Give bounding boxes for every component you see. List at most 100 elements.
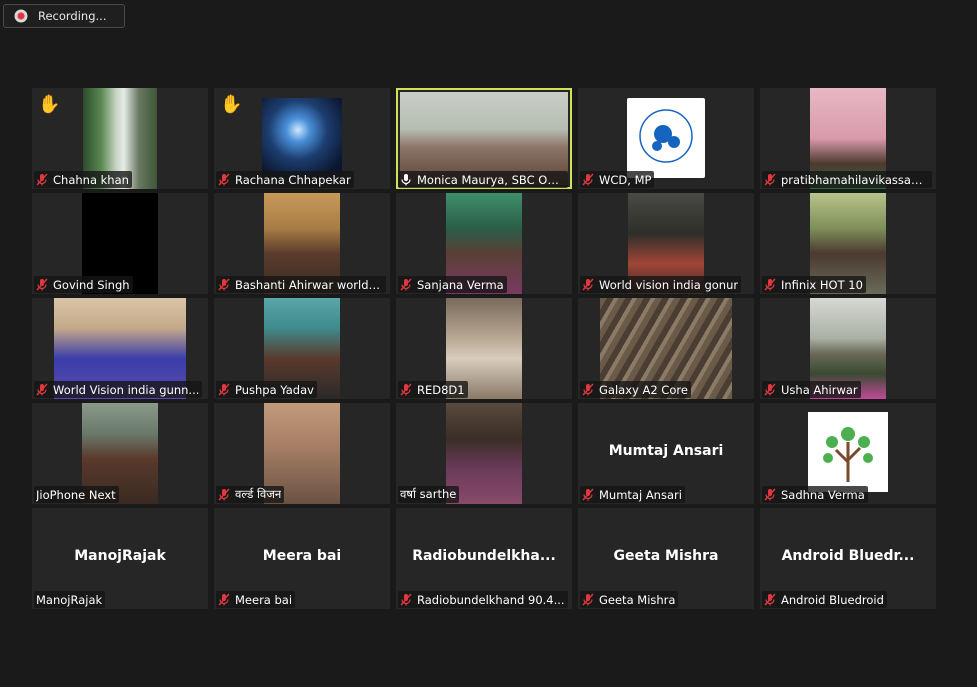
participant-tile[interactable]: pratibhamahilavikassami... <box>760 88 936 189</box>
participant-name: Radiobundelkhand 90.4... <box>417 592 565 607</box>
participant-tile[interactable]: Radiobundelkha... Radiobundelkhand 90.4.… <box>396 508 572 609</box>
participant-name: Sadhna Verma <box>781 487 865 502</box>
participant-label: Rachana Chhapekar <box>216 171 354 188</box>
participant-label: Govind Singh <box>34 276 133 293</box>
recording-label: Recording... <box>38 9 107 23</box>
participant-name: Sanjana Verma <box>417 277 504 292</box>
participant-tile[interactable]: ManojRajak ManojRajak <box>32 508 208 609</box>
raised-hand-icon: ✋ <box>220 94 243 115</box>
tree-logo <box>808 412 888 492</box>
mic-muted-icon <box>218 488 230 501</box>
participant-name: Bashanti Ahirwar world ... <box>235 277 383 292</box>
participant-label: World vision india gonur <box>580 276 742 293</box>
participant-name: Mumtaj Ansari <box>599 487 682 502</box>
participant-label: वर्ल्ड विजन <box>216 486 285 503</box>
participant-name: pratibhamahilavikassami... <box>781 172 929 187</box>
participant-video <box>262 98 342 178</box>
participant-tile[interactable]: Pushpa Yadav <box>214 298 390 399</box>
mic-muted-icon <box>582 173 594 186</box>
mic-muted-icon <box>764 278 776 291</box>
participant-tile[interactable]: JioPhone Next <box>32 403 208 504</box>
tree-icon <box>823 427 873 482</box>
participant-name: JioPhone Next <box>36 487 116 502</box>
mic-muted-icon <box>218 383 230 396</box>
participant-label: JioPhone Next <box>34 486 119 503</box>
participant-label: RED8D1 <box>398 381 468 398</box>
participant-label: वर्षा sarthe <box>398 486 460 503</box>
participant-label: Pushpa Yadav <box>216 381 317 398</box>
participant-name: Pushpa Yadav <box>235 382 314 397</box>
participant-name: वर्ल्ड विजन <box>235 487 282 501</box>
recording-indicator[interactable]: Recording... <box>3 4 125 28</box>
participant-name: वर्षा sarthe <box>400 487 457 501</box>
participant-tile[interactable]: ✋ Chahna khan <box>32 88 208 189</box>
mic-muted-icon <box>764 593 776 606</box>
participant-tile[interactable]: Meera bai Meera bai <box>214 508 390 609</box>
participant-label: WCD, MP <box>580 171 655 188</box>
participant-label: Infinix HOT 10 <box>762 276 866 293</box>
participant-tile[interactable]: Bashanti Ahirwar world ... <box>214 193 390 294</box>
participant-tile[interactable]: Infinix HOT 10 <box>760 193 936 294</box>
participant-tile[interactable]: Usha Ahirwar <box>760 298 936 399</box>
participant-tile[interactable]: Govind Singh <box>32 193 208 294</box>
participant-name: Galaxy A2 Core <box>599 382 688 397</box>
participant-tile[interactable]: Galaxy A2 Core <box>578 298 754 399</box>
participant-tile[interactable]: RED8D1 <box>396 298 572 399</box>
mic-muted-icon <box>400 278 412 291</box>
participant-name: Govind Singh <box>53 277 130 292</box>
participant-name: Usha Ahirwar <box>781 382 858 397</box>
participant-label: Monica Maurya, SBC Off... <box>398 171 568 188</box>
participant-tile[interactable]: वर्षा sarthe <box>396 403 572 504</box>
participant-name: World Vision india gunn... <box>53 382 200 397</box>
participant-label: Chahna khan <box>34 171 132 188</box>
participant-tile[interactable]: World vision india gonur <box>578 193 754 294</box>
participant-tile[interactable]: World Vision india gunn... <box>32 298 208 399</box>
mic-muted-icon <box>400 593 412 606</box>
participant-label: Geeta Mishra <box>580 591 679 608</box>
participant-label: Android Bluedroid <box>762 591 887 608</box>
raised-hand-icon: ✋ <box>38 94 61 115</box>
participant-tile[interactable]: ✋ Rachana Chhapekar <box>214 88 390 189</box>
participant-name: Rachana Chhapekar <box>235 172 351 187</box>
mic-muted-icon <box>582 593 594 606</box>
participant-label: Sanjana Verma <box>398 276 507 293</box>
mic-muted-icon <box>764 488 776 501</box>
mic-muted-icon <box>400 383 412 396</box>
participant-name: RED8D1 <box>417 382 465 397</box>
mic-muted-icon <box>764 173 776 186</box>
mic-muted-icon <box>36 173 48 186</box>
participant-name: WCD, MP <box>599 172 652 187</box>
participant-display-name: Android Bluedr... <box>781 548 915 564</box>
participant-display-name: Meera bai <box>262 548 342 564</box>
participant-label: Radiobundelkhand 90.4... <box>398 591 568 608</box>
mic-muted-icon <box>218 593 230 606</box>
participant-name: Geeta Mishra <box>599 592 676 607</box>
participant-name: ManojRajak <box>36 592 103 607</box>
participant-name: Android Bluedroid <box>781 592 884 607</box>
participant-name: Infinix HOT 10 <box>781 277 863 292</box>
participant-display-name: Mumtaj Ansari <box>608 443 724 459</box>
mic-muted-icon <box>36 383 48 396</box>
participant-label: Meera bai <box>216 591 296 608</box>
participant-name: Monica Maurya, SBC Off... <box>417 172 565 187</box>
recording-icon <box>14 9 28 23</box>
participant-tile[interactable]: Sadhna Verma <box>760 403 936 504</box>
participant-tile[interactable]: वर्ल्ड विजन <box>214 403 390 504</box>
participant-tile[interactable]: Sanjana Verma <box>396 193 572 294</box>
participant-tile[interactable]: Geeta Mishra Geeta Mishra <box>578 508 754 609</box>
participant-tile-active-speaker[interactable]: Monica Maurya, SBC Off... <box>396 88 572 189</box>
participant-name: Meera bai <box>235 592 293 607</box>
mic-speaking-icon <box>401 174 411 186</box>
participant-name: World vision india gonur <box>599 277 739 292</box>
mic-muted-icon <box>764 383 776 396</box>
participant-label: Bashanti Ahirwar world ... <box>216 276 386 293</box>
participant-tile[interactable]: WCD, MP <box>578 88 754 189</box>
participant-tile[interactable]: Android Bluedr... Android Bluedroid <box>760 508 936 609</box>
participant-tile[interactable]: Mumtaj Ansari Mumtaj Ansari <box>578 403 754 504</box>
mic-muted-icon <box>582 383 594 396</box>
participant-display-name: Radiobundelkha... <box>412 548 556 564</box>
participant-display-name: ManojRajak <box>74 548 166 564</box>
participant-name: Chahna khan <box>53 172 129 187</box>
wcd-logo <box>627 98 705 178</box>
participant-label: Usha Ahirwar <box>762 381 861 398</box>
